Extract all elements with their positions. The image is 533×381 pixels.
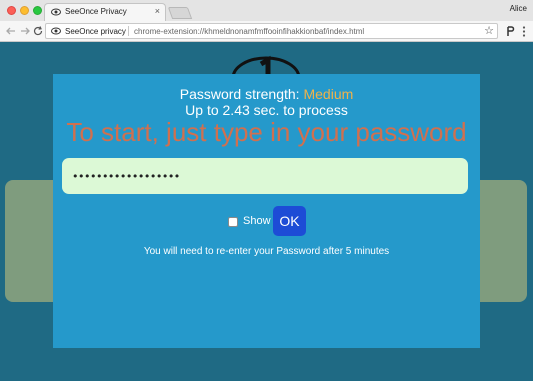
extension-icon[interactable] <box>505 26 515 37</box>
back-arrow-icon[interactable] <box>5 25 17 37</box>
tab-close-icon[interactable]: × <box>155 6 160 16</box>
profile-name[interactable]: Alice <box>510 4 527 13</box>
strength-value: Medium <box>303 86 354 102</box>
address-separator <box>128 26 129 36</box>
start-prompt: To start, just type in your password <box>66 117 467 147</box>
address-url[interactable]: chrome-extension://khmeldnonamfmffooinfi… <box>134 27 364 36</box>
tab-title: SeeOnce Privacy <box>65 7 127 16</box>
forward-arrow-icon[interactable] <box>19 25 31 37</box>
minimize-window-button[interactable] <box>20 6 29 15</box>
reenter-note: You will need to re-enter your Password … <box>143 246 390 257</box>
extension-page: Password strength: Medium Up to 2.43 sec… <box>0 42 533 381</box>
ok-button[interactable]: OK <box>273 206 306 236</box>
password-strength: Password strength: Medium <box>53 86 480 102</box>
address-origin: SeeOnce privacy <box>65 27 126 36</box>
window-titlebar: SeeOnce Privacy × Alice <box>0 0 533 21</box>
maximize-window-button[interactable] <box>33 6 42 15</box>
eye-icon <box>51 8 61 16</box>
show-checkbox[interactable] <box>228 217 238 227</box>
password-input[interactable] <box>62 158 468 194</box>
password-dialog: Password strength: Medium Up to 2.43 sec… <box>53 74 480 348</box>
bookmark-star-icon[interactable]: ☆ <box>484 24 494 37</box>
process-time: Up to 2.43 sec. to process <box>185 102 348 118</box>
address-bar[interactable]: SeeOnce privacy chrome-extension://khmel… <box>45 23 498 39</box>
close-window-button[interactable] <box>7 6 16 15</box>
menu-dots-icon[interactable] <box>522 26 526 37</box>
strength-label: Password strength: <box>179 86 304 102</box>
eye-icon <box>51 27 61 35</box>
tab-seeonce-privacy[interactable]: SeeOnce Privacy × <box>44 3 166 21</box>
show-label: Show <box>243 215 271 227</box>
reload-icon[interactable] <box>32 25 44 37</box>
browser-toolbar: SeeOnce privacy chrome-extension://khmel… <box>0 21 533 42</box>
new-tab-button[interactable] <box>167 7 193 19</box>
